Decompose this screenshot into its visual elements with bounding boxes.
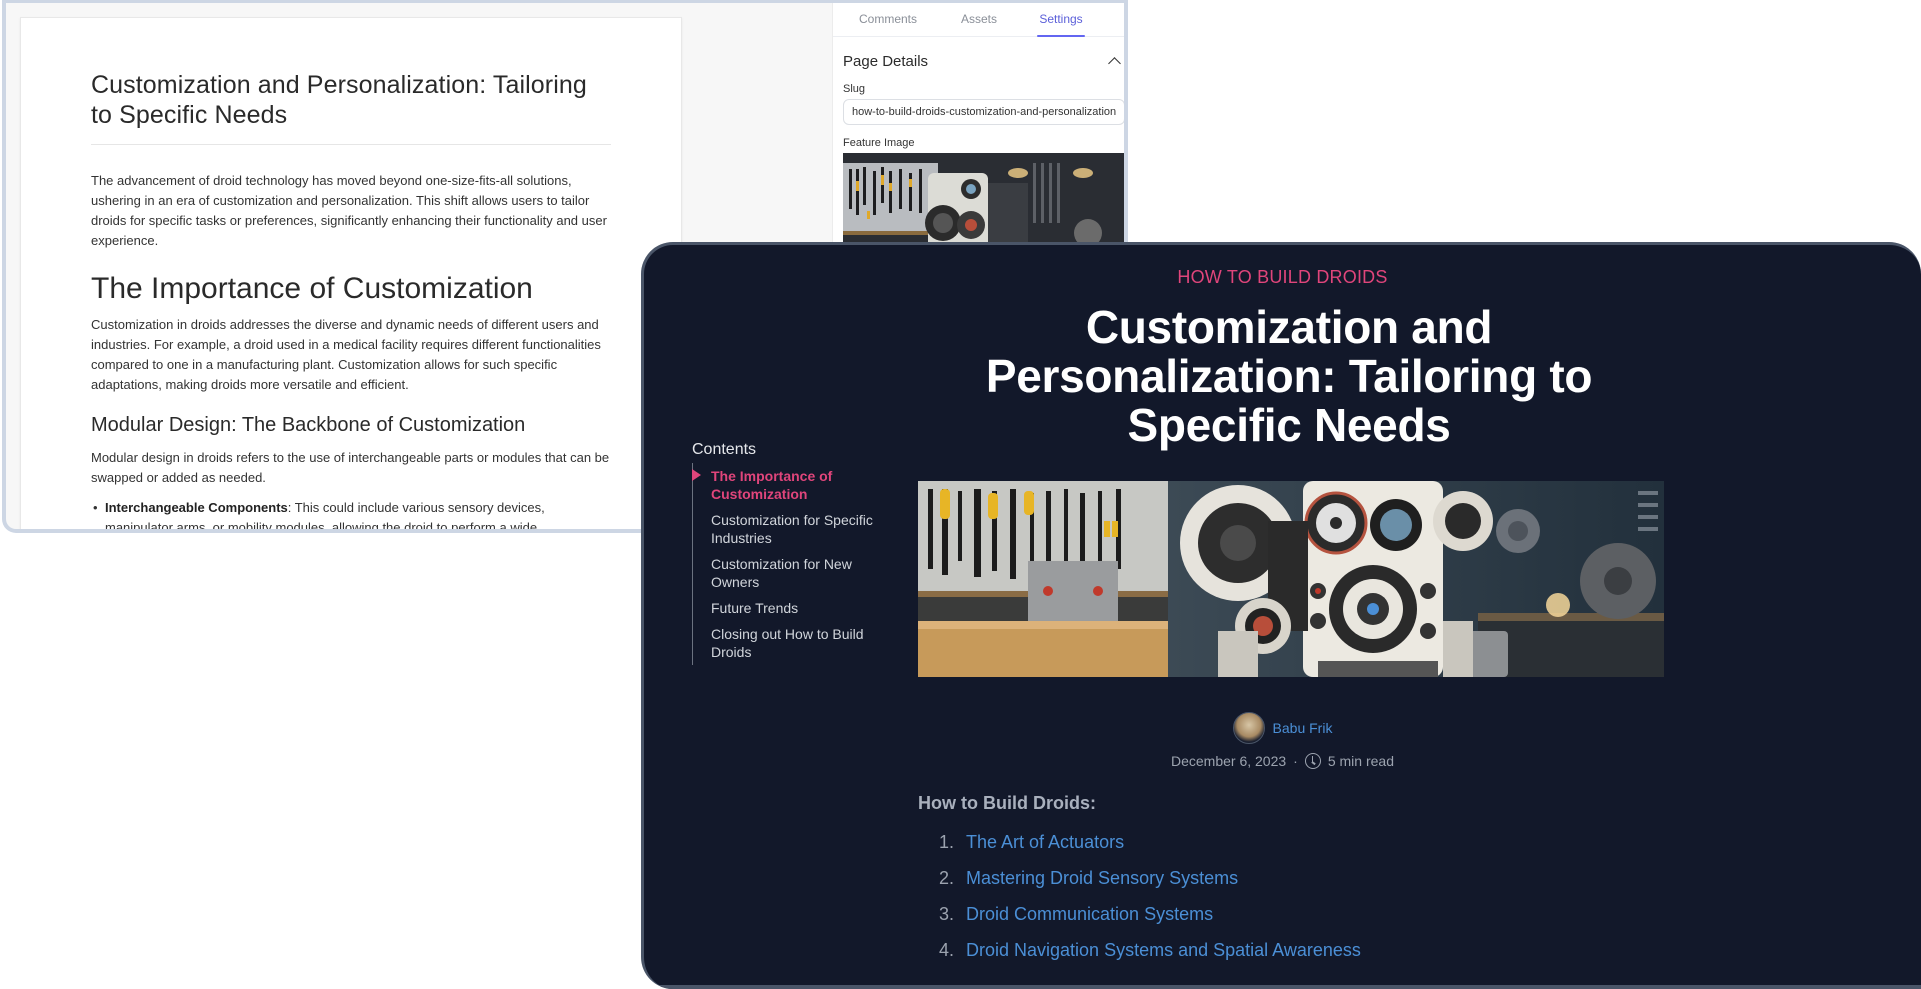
tab-settings[interactable]: Settings bbox=[1015, 3, 1107, 37]
chevron-up-icon[interactable] bbox=[1107, 54, 1121, 68]
series-item: 3. Droid Communication Systems bbox=[918, 896, 1618, 932]
bullet-term: Interchangeable Components bbox=[105, 500, 288, 515]
feature-image-illustration bbox=[843, 153, 1124, 253]
series-kicker[interactable]: HOW TO BUILD DROIDS bbox=[644, 267, 1921, 288]
page-details-title: Page Details bbox=[843, 52, 929, 70]
toc-item-importance[interactable]: The Importance of Customization bbox=[692, 463, 902, 507]
document-heading-importance[interactable]: The Importance of Customization bbox=[91, 271, 611, 307]
page-details-header[interactable]: Page Details bbox=[843, 51, 1123, 71]
series-item-number: 3. bbox=[938, 904, 954, 924]
document-title[interactable]: Customization and Personalization: Tailo… bbox=[91, 70, 611, 145]
series-link-sensory-systems[interactable]: Mastering Droid Sensory Systems bbox=[966, 866, 1238, 890]
author-avatar[interactable] bbox=[1232, 712, 1265, 744]
panel-tabs: Comments Assets Settings bbox=[833, 3, 1124, 37]
document-paragraph-importance[interactable]: Customization in droids addresses the di… bbox=[91, 315, 611, 395]
slug-label: Slug bbox=[843, 83, 866, 95]
clock-icon bbox=[1304, 753, 1321, 769]
hero-image bbox=[918, 481, 1664, 677]
post-meta: December 6, 2023 · 5 min read bbox=[644, 753, 1921, 769]
slug-input[interactable] bbox=[843, 99, 1124, 125]
table-of-contents: Contents The Importance of Customization… bbox=[692, 441, 902, 665]
series-title: How to Build Droids: bbox=[918, 793, 1096, 813]
series-link-communication-systems[interactable]: Droid Communication Systems bbox=[966, 902, 1213, 926]
toc-item-closing[interactable]: Closing out How to Build Droids bbox=[711, 621, 902, 665]
series-item-number: 2. bbox=[938, 868, 954, 888]
feature-image[interactable] bbox=[843, 153, 1124, 253]
read-time: 5 min read bbox=[1327, 753, 1394, 769]
toc-heading: Contents bbox=[692, 441, 757, 458]
document-bullet-list: Interchangeable Components: This could i… bbox=[91, 498, 611, 529]
series-list: 1. The Art of Actuators 2. Mastering Dro… bbox=[918, 824, 1618, 968]
meta-separator: · bbox=[1293, 753, 1298, 769]
document-intro-paragraph[interactable]: The advancement of droid technology has … bbox=[91, 171, 611, 251]
document-heading-modular[interactable]: Modular Design: The Backbone of Customiz… bbox=[91, 412, 611, 438]
author-link[interactable]: Babu Frik bbox=[1273, 720, 1333, 736]
document-canvas[interactable]: Customization and Personalization: Tailo… bbox=[20, 17, 682, 529]
toc-item-new-owners[interactable]: Customization for New Owners bbox=[711, 551, 902, 595]
series-link-actuators[interactable]: The Art of Actuators bbox=[966, 830, 1124, 854]
toc-list: The Importance of Customization Customiz… bbox=[692, 463, 902, 665]
series-item: 2. Mastering Droid Sensory Systems bbox=[918, 860, 1618, 896]
byline: Babu Frik bbox=[644, 712, 1921, 744]
post-date: December 6, 2023 bbox=[1170, 753, 1287, 769]
blog-preview-window: HOW TO BUILD DROIDS Customization and Pe… bbox=[641, 242, 1921, 989]
series-item-number: 4. bbox=[938, 940, 954, 960]
series-item-number: 1. bbox=[938, 832, 954, 852]
hero-image-illustration bbox=[918, 481, 1664, 677]
toc-item-future-trends[interactable]: Future Trends bbox=[711, 595, 902, 621]
tab-assets[interactable]: Assets bbox=[943, 3, 1015, 36]
series-link-navigation-systems[interactable]: Droid Navigation Systems and Spatial Awa… bbox=[966, 938, 1361, 962]
feature-image-label: Feature Image bbox=[843, 137, 915, 149]
tab-comments[interactable]: Comments bbox=[833, 3, 943, 36]
list-item[interactable]: Interchangeable Components: This could i… bbox=[93, 498, 611, 529]
series-item: 4. Droid Navigation Systems and Spatial … bbox=[918, 932, 1618, 968]
series-navigation: How to Build Droids: 1. The Art of Actua… bbox=[918, 793, 1618, 968]
post-title: Customization and Personalization: Tailo… bbox=[985, 301, 1593, 451]
toc-item-specific-industries[interactable]: Customization for Specific Industries bbox=[711, 507, 902, 551]
document-paragraph-modular[interactable]: Modular design in droids refers to the u… bbox=[91, 448, 611, 488]
series-item: 1. The Art of Actuators bbox=[918, 824, 1618, 860]
